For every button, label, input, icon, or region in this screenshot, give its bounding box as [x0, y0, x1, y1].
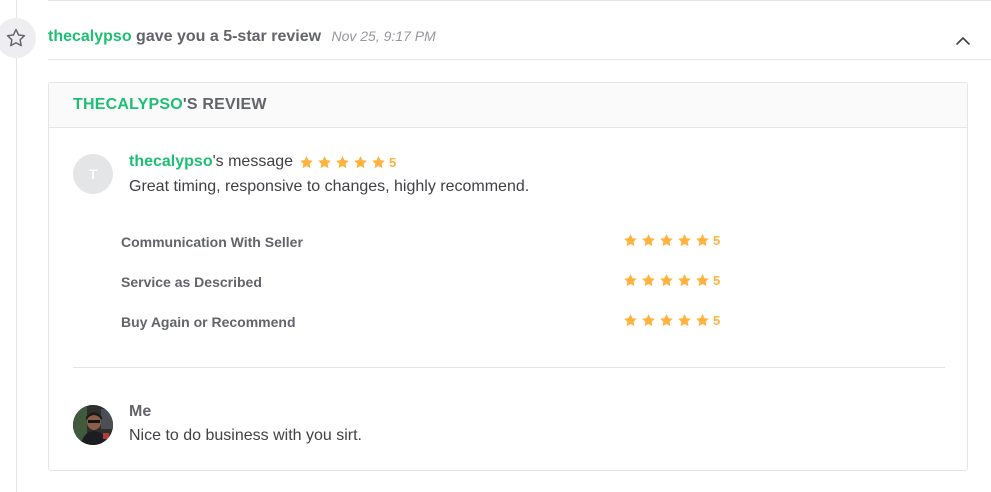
reviewer-message-suffix: 's message — [212, 153, 294, 170]
rating-label: Service as Described — [121, 274, 262, 290]
star-icon — [696, 314, 709, 327]
reviewer-name-link[interactable]: thecalypso — [129, 153, 213, 171]
notification-icon-badge — [0, 18, 36, 58]
star-icon — [678, 314, 691, 327]
review-card: THECALYPSO 'S REVIEW T thecalypso's messa… — [48, 82, 968, 471]
notification-username-link[interactable]: thecalypso — [48, 28, 132, 45]
star-icon — [642, 314, 655, 327]
star-icon — [318, 155, 331, 168]
notification-action-text: gave you a 5-star review — [136, 28, 322, 45]
rating-stars — [623, 313, 710, 328]
rating-score: 5 — [713, 313, 721, 328]
star-icon — [336, 155, 349, 168]
overall-rating-stars — [299, 155, 386, 170]
rating-stars-group: 5 — [623, 233, 720, 248]
top-divider — [48, 0, 991, 4]
star-icon — [624, 314, 637, 327]
star-icon — [678, 234, 691, 247]
star-icon — [354, 155, 367, 168]
star-outline-icon — [6, 28, 26, 47]
review-card-header: THECALYPSO 'S REVIEW — [49, 83, 967, 128]
rating-label: Buy Again or Recommend — [121, 314, 296, 330]
star-icon — [678, 274, 691, 287]
rating-row-service: Service as Described 5 — [121, 272, 741, 292]
reviewer-message-title: thecalypso's message 5 — [129, 153, 396, 171]
rating-stars-group: 5 — [623, 273, 720, 288]
profile-photo — [73, 405, 113, 445]
rating-stars — [623, 233, 710, 248]
star-icon — [300, 155, 313, 168]
notification-header: thecalypso gave you a 5-star review Nov … — [48, 28, 436, 46]
rating-label: Communication With Seller — [121, 234, 303, 250]
rating-stars — [623, 273, 710, 288]
star-icon — [696, 274, 709, 287]
star-icon — [642, 274, 655, 287]
star-icon — [372, 155, 385, 168]
review-header-suffix: 'S REVIEW — [182, 96, 267, 113]
overall-rating-score: 5 — [389, 154, 397, 170]
review-header-username: THECALYPSO — [73, 96, 183, 113]
my-avatar[interactable] — [73, 405, 113, 445]
review-message-text: Great timing, responsive to changes, hig… — [129, 178, 530, 195]
star-icon — [624, 274, 637, 287]
chevron-up-icon[interactable] — [954, 34, 972, 48]
star-icon — [660, 274, 673, 287]
reply-message-text: Nice to do business with you sirt. — [129, 427, 362, 444]
reviewer-avatar-initial: T — [88, 166, 98, 182]
header-divider — [48, 59, 991, 60]
reply-author-name: Me — [129, 403, 152, 420]
star-icon — [660, 234, 673, 247]
notification-timestamp: Nov 25, 9:17 PM — [331, 28, 436, 44]
star-icon — [696, 234, 709, 247]
rating-stars-group: 5 — [623, 313, 720, 328]
star-icon — [660, 314, 673, 327]
review-reply-divider — [73, 367, 945, 368]
reviewer-avatar[interactable]: T — [73, 154, 113, 194]
rating-row-communication: Communication With Seller 5 — [121, 232, 741, 252]
rating-row-buy-again: Buy Again or Recommend 5 — [121, 312, 741, 332]
rating-score: 5 — [713, 233, 721, 248]
timeline-line — [16, 0, 17, 492]
star-icon — [624, 234, 637, 247]
star-icon — [642, 234, 655, 247]
rating-score: 5 — [713, 273, 721, 288]
